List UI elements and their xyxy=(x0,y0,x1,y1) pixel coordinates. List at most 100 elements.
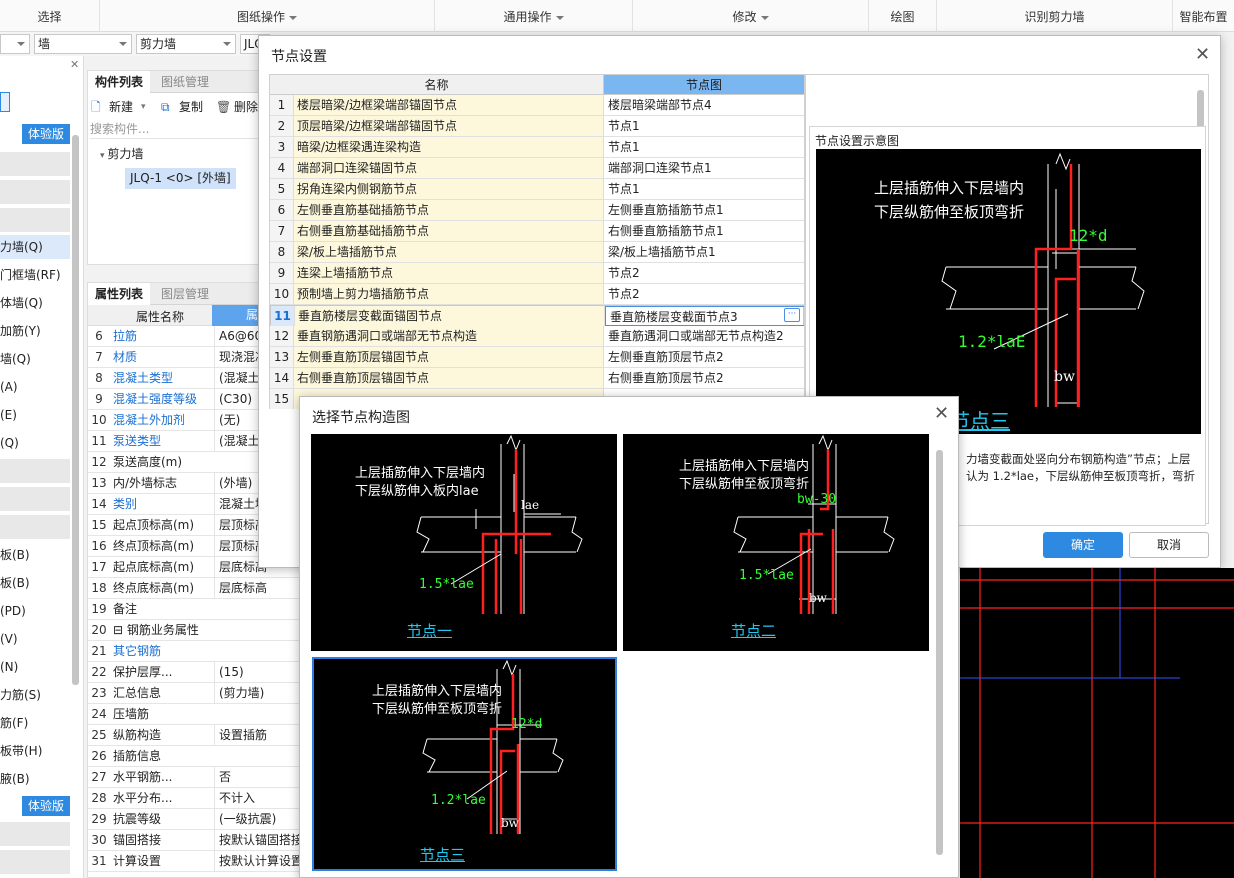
nav-item-reinforcement[interactable]: 加筋(Y) xyxy=(0,319,70,343)
tab-property-list[interactable]: 属性列表 xyxy=(88,283,151,305)
property-row-value[interactable]: (15) xyxy=(214,662,299,682)
node-row-value[interactable]: 垂直筋楼层变截面节点3 xyxy=(605,306,804,326)
property-row-value[interactable]: 按默认锚固搭接 xyxy=(214,830,299,850)
nav-item-f[interactable]: 筋(F) xyxy=(0,711,70,735)
nav-item-door-frame-wall[interactable]: 门框墙(RF) xyxy=(0,263,70,287)
chevron-down-icon[interactable]: ▾ xyxy=(141,97,146,117)
property-row-value[interactable]: 按默认计算设置 xyxy=(214,851,299,871)
tree-item-jlq1[interactable]: JLQ-1 <0> [外墙] xyxy=(125,168,236,189)
property-row[interactable]: 22 保护层厚... (15) xyxy=(88,662,299,683)
nav-item-slab-2[interactable]: 板(B) xyxy=(0,571,70,595)
ribbon-general-ops[interactable]: 通用操作 xyxy=(435,0,633,32)
property-row[interactable]: 30 锚固搭接 按默认锚固搭接 xyxy=(88,830,299,851)
node-row[interactable]: 6 左侧垂直筋基础插筋节点 左侧垂直筋插筋节点1 xyxy=(270,200,804,221)
node-row[interactable]: 11 垂直筋楼层变截面锚固节点 垂直筋楼层变截面节点3 ··· xyxy=(270,305,804,326)
cad-canvas[interactable] xyxy=(960,568,1234,878)
tab-layer-manager[interactable]: 图层管理 xyxy=(154,283,216,305)
property-row[interactable]: 26 插筋信息 xyxy=(88,746,299,767)
node-row-value[interactable]: 右侧垂直筋顶层节点2 xyxy=(604,368,804,388)
property-row[interactable]: 24 压墙筋 xyxy=(88,704,299,725)
node-row-value[interactable]: 楼层暗梁端部节点4 xyxy=(604,95,804,115)
nav-item-masonry-wall[interactable]: 体墙(Q) xyxy=(0,291,70,315)
node-row[interactable]: 9 连梁上墙插筋节点 节点2 xyxy=(270,263,804,284)
node-thumb-2[interactable]: 上层插筋伸入下层墙内 下层纵筋伸至板顶弯折 bw-30 1.5*lae bw 节… xyxy=(623,434,929,651)
select-dialog-scrollbar[interactable] xyxy=(936,450,943,855)
node-row-value[interactable]: 垂直筋遇洞口或端部无节点构造2 xyxy=(604,326,804,346)
confirm-button[interactable]: 确定 xyxy=(1043,532,1123,558)
property-row-value[interactable]: (剪力墙) xyxy=(214,683,299,703)
node-row[interactable]: 12 垂直钢筋遇洞口或端部无节点构造 垂直筋遇洞口或端部无节点构造2 xyxy=(270,326,804,347)
ribbon-select[interactable]: 选择 xyxy=(0,0,100,32)
close-icon[interactable]: ✕ xyxy=(1195,46,1210,64)
property-row-value[interactable]: 层底标高 xyxy=(214,578,299,598)
nav-item-slab-band[interactable]: 板带(H) xyxy=(0,739,70,763)
property-row[interactable]: 28 水平分布... 不计入 xyxy=(88,788,299,809)
node-row-value[interactable]: 端部洞口连梁节点1 xyxy=(604,158,804,178)
node-row-value[interactable]: 左侧垂直筋插筋节点1 xyxy=(604,200,804,220)
floor-select[interactable] xyxy=(0,34,30,54)
nav-item-n[interactable]: (N) xyxy=(0,655,70,679)
property-row-value[interactable]: (一级抗震) xyxy=(214,809,299,829)
panel-toggle-icon[interactable] xyxy=(0,92,10,112)
node-row[interactable]: 1 楼层暗梁/边框梁端部锚固节点 楼层暗梁端部节点4 xyxy=(270,95,804,116)
nav-item-stress-bar[interactable]: 力筋(S) xyxy=(0,683,70,707)
node-thumb-1[interactable]: 上层插筋伸入下层墙内 下层纵筋伸入板内lae lae 1.5*lae 节点一 xyxy=(311,434,617,651)
left-scrollbar[interactable] xyxy=(72,135,79,685)
nav-item-e[interactable]: (E) xyxy=(0,403,70,427)
nav-item-v[interactable]: (V) xyxy=(0,627,70,651)
node-row[interactable]: 10 预制墙上剪力墙插筋节点 节点2 xyxy=(270,284,804,305)
ribbon-draw[interactable]: 绘图 xyxy=(869,0,937,32)
tree-root[interactable]: ▾ 剪力墙 xyxy=(100,145,143,162)
component-search-input[interactable]: 搜索构件... xyxy=(90,119,264,139)
property-row[interactable]: 31 计算设置 按默认计算设置 xyxy=(88,851,299,872)
tab-component-list[interactable]: 构件列表 xyxy=(88,71,151,93)
property-row-value[interactable]: 否 xyxy=(214,767,299,787)
property-row[interactable]: 19 备注 xyxy=(88,599,299,620)
property-row[interactable]: 25 纵筋构造 设置插筋 xyxy=(88,725,299,746)
ribbon-recognize-wall[interactable]: 识别剪力墙 xyxy=(937,0,1173,32)
node-row[interactable]: 8 梁/板上墙插筋节点 梁/板上墙插筋节点1 xyxy=(270,242,804,263)
node-row-value[interactable]: 节点1 xyxy=(604,137,804,157)
category-select[interactable]: 墙 xyxy=(34,34,132,54)
nav-item-slab[interactable]: 板(B) xyxy=(0,543,70,567)
new-button[interactable]: 新建 xyxy=(109,97,133,117)
property-row[interactable]: 29 抗震等级 (一级抗震) xyxy=(88,809,299,830)
ribbon-modify[interactable]: 修改 xyxy=(633,0,869,32)
node-row[interactable]: 2 顶层暗梁/边框梁端部锚固节点 节点1 xyxy=(270,116,804,137)
node-row[interactable]: 13 左侧垂直筋顶层锚固节点 左侧垂直筋顶层节点2 xyxy=(270,347,804,368)
node-row[interactable]: 7 右侧垂直筋基础插筋节点 右侧垂直筋插筋节点1 xyxy=(270,221,804,242)
tab-drawing-manager[interactable]: 图纸管理 xyxy=(154,71,216,93)
nav-item-haunch[interactable]: 腋(B) xyxy=(0,767,70,791)
node-row-value[interactable]: 节点1 xyxy=(604,179,804,199)
close-icon[interactable]: ✕ xyxy=(70,58,79,71)
ribbon-drawing-ops[interactable]: 图纸操作 xyxy=(100,0,435,32)
node-row[interactable]: 3 暗梁/边框梁遇连梁构造 节点1 xyxy=(270,137,804,158)
close-icon[interactable]: ✕ xyxy=(934,405,949,423)
more-options-icon[interactable]: ··· xyxy=(784,308,800,322)
delete-button[interactable]: 删除 xyxy=(234,97,258,117)
nav-item-q[interactable]: (Q) xyxy=(0,431,70,455)
property-row-value[interactable]: 不计入 xyxy=(214,788,299,808)
property-row[interactable]: 18 终点底标高(m) 层底标高 xyxy=(88,578,299,599)
node-row[interactable]: 4 端部洞口连梁锚固节点 端部洞口连梁节点1 xyxy=(270,158,804,179)
property-row[interactable]: 20 ⊟ 钢筋业务属性 xyxy=(88,620,299,641)
nav-item-wall[interactable]: 墙(Q) xyxy=(0,347,70,371)
node-row[interactable]: 5 拐角连梁内侧钢筋节点 节点1 xyxy=(270,179,804,200)
nav-item-a[interactable]: (A) xyxy=(0,375,70,399)
property-row-value[interactable]: 设置插筋 xyxy=(214,725,299,745)
type-select[interactable]: 剪力墙 xyxy=(136,34,236,54)
property-row[interactable]: 27 水平钢筋... 否 xyxy=(88,767,299,788)
diagram-scrollbar[interactable] xyxy=(1197,90,1204,130)
property-row[interactable]: 23 汇总信息 (剪力墙) xyxy=(88,683,299,704)
cancel-button[interactable]: 取消 xyxy=(1129,532,1209,558)
node-row-value[interactable]: 右侧垂直筋插筋节点1 xyxy=(604,221,804,241)
node-row-value[interactable]: 左侧垂直筋顶层节点2 xyxy=(604,347,804,367)
node-row-value[interactable]: 梁/板上墙插筋节点1 xyxy=(604,242,804,262)
nav-item-shear-wall[interactable]: 力墙(Q) xyxy=(0,235,70,259)
ribbon-smart-place[interactable]: 智能布置 xyxy=(1173,0,1234,32)
node-row-value[interactable]: 节点1 xyxy=(604,116,804,136)
copy-button[interactable]: 复制 xyxy=(179,97,203,117)
node-row-value[interactable]: 节点2 xyxy=(604,284,804,304)
property-row[interactable]: 21 其它钢筋 xyxy=(88,641,299,662)
node-row-value[interactable]: 节点2 xyxy=(604,263,804,283)
